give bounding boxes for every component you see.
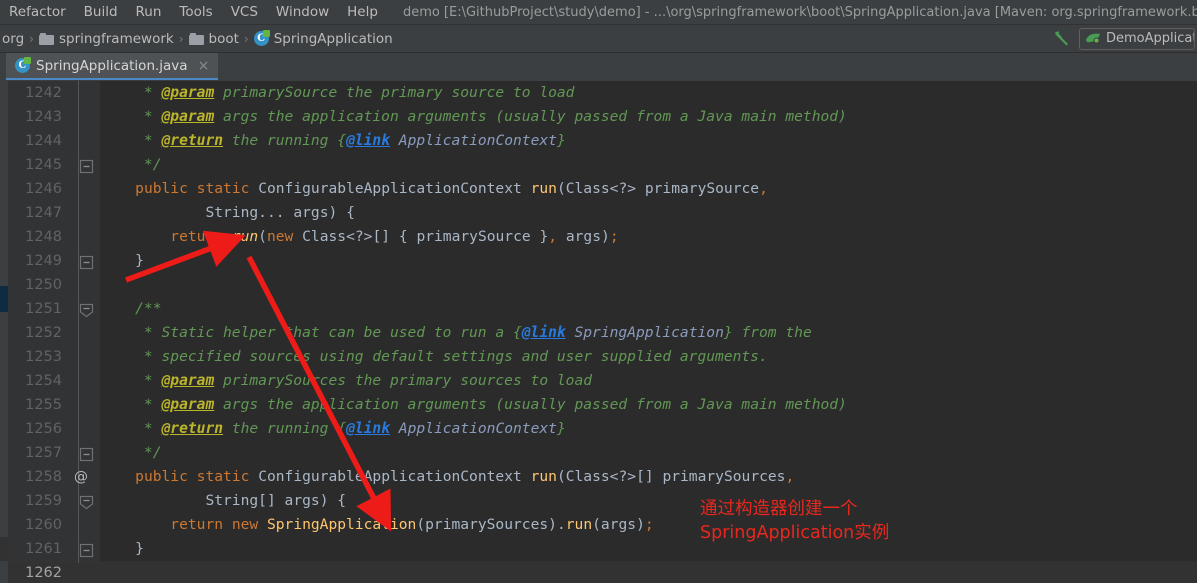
code-line-1259[interactable]: String[] args) { <box>100 489 1197 513</box>
fold-end-icon[interactable] <box>79 543 94 558</box>
menu-window-label: Window <box>275 3 330 20</box>
java-class-icon: C <box>15 57 31 73</box>
code-line-1258[interactable]: public static ConfigurableApplicationCon… <box>100 465 1197 489</box>
code-line-1256[interactable]: * @return the running {@link Application… <box>100 417 1197 441</box>
fold-end-icon[interactable] <box>79 447 94 462</box>
navbar-right-group: DemoApplication <box>1051 27 1197 50</box>
code-line-1250[interactable] <box>100 273 1197 297</box>
fold-start-icon[interactable] <box>79 495 94 510</box>
code-line-1242[interactable]: * @param primarySource the primary sourc… <box>100 81 1197 105</box>
breadcrumb-springframework[interactable]: springframework <box>36 31 177 47</box>
code-line-1245[interactable]: */ <box>100 153 1197 177</box>
breadcrumb-org[interactable]: org <box>0 31 27 47</box>
breadcrumb-separator: › <box>243 31 249 46</box>
fold-marker-container <box>8 81 100 583</box>
breadcrumb-boot[interactable]: boot <box>186 31 242 47</box>
fold-start-icon[interactable] <box>79 303 94 318</box>
run-configuration-label: DemoApplication <box>1106 31 1194 46</box>
folder-icon <box>38 32 54 45</box>
code-editor[interactable]: 1242 1243 1244 1245 1246 1247 1248 1249 1250 1251… <box>0 81 1197 583</box>
menu-build-label: Build <box>83 3 118 20</box>
tab-springapplication-java[interactable]: C SpringApplication.java × <box>6 53 219 80</box>
breadcrumb-springapplication[interactable]: C SpringApplication <box>251 30 396 47</box>
code-line-1262[interactable] <box>100 561 1197 583</box>
code-line-1246[interactable]: public static ConfigurableApplicationCon… <box>100 177 1197 201</box>
annotation-note: 通过构造器创建一个 SpringApplication实例 <box>700 497 889 545</box>
menu-help-label: Help <box>347 3 378 20</box>
annotation-note-line1: 通过构造器创建一个 <box>700 499 858 519</box>
code-line-1252[interactable]: * Static helper that can be used to run … <box>100 321 1197 345</box>
intellij-idea-window: Refactor Build Run Tools VCS Window Help… <box>0 0 1197 583</box>
fold-end-icon[interactable] <box>79 159 94 174</box>
spring-boot-icon <box>1085 32 1101 46</box>
menu-vcs-label: VCS <box>230 3 258 20</box>
vcs-change-strip <box>0 81 8 583</box>
navigation-bar: org › springframework › boot › C SpringA… <box>0 25 1197 53</box>
code-line-1248[interactable]: return run(new Class<?>[] { primarySourc… <box>100 225 1197 249</box>
breadcrumb-separator: › <box>178 31 184 46</box>
menu-tools-label: Tools <box>179 3 213 20</box>
menu-build[interactable]: Build <box>75 1 127 24</box>
run-configuration-selector[interactable]: DemoApplication <box>1079 27 1195 50</box>
code-line-1253[interactable]: * specified sources using default settin… <box>100 345 1197 369</box>
code-line-1251[interactable]: /** <box>100 297 1197 321</box>
code-line-1247[interactable]: String... args) { <box>100 201 1197 225</box>
breadcrumb-boot-label: boot <box>208 30 239 47</box>
java-class-icon: C <box>253 30 270 46</box>
menu-refactor[interactable]: Refactor <box>0 1 75 24</box>
code-line-1244[interactable]: * @return the running {@link Application… <box>100 129 1197 153</box>
code-line-1261[interactable]: } <box>100 537 1197 561</box>
breadcrumb-org-label: org <box>2 30 25 47</box>
menu-run[interactable]: Run <box>127 1 171 24</box>
menu-bar: Refactor Build Run Tools VCS Window Help… <box>0 0 1197 25</box>
menu-tools[interactable]: Tools <box>170 1 221 24</box>
code-line-1243[interactable]: * @param args the application arguments … <box>100 105 1197 129</box>
menu-vcs[interactable]: VCS <box>222 1 267 24</box>
hammer-icon[interactable] <box>1051 28 1073 50</box>
breadcrumb-separator: › <box>29 31 34 46</box>
code-line-1255[interactable]: * @param args the application arguments … <box>100 393 1197 417</box>
menu-help[interactable]: Help <box>338 1 387 24</box>
menu-run-label: Run <box>135 3 162 20</box>
close-icon[interactable]: × <box>198 58 210 74</box>
annotation-note-line2: SpringApplication实例 <box>700 523 890 543</box>
code-line-1260[interactable]: return new SpringApplication(primarySour… <box>100 513 1197 537</box>
code-text-area[interactable]: * @param primarySource the primary sourc… <box>100 81 1197 583</box>
code-line-1254[interactable]: * @param primarySources the primary sour… <box>100 369 1197 393</box>
editor-tab-strip: C SpringApplication.java × <box>0 53 1197 81</box>
vcs-change-marker[interactable] <box>0 286 8 312</box>
breadcrumb-springframework-label: springframework <box>58 30 174 47</box>
tab-label: SpringApplication.java <box>36 57 188 74</box>
code-line-1249[interactable]: } <box>100 249 1197 273</box>
window-title: demo [E:\GithubProject\study\demo] - ...… <box>402 4 1197 20</box>
menu-refactor-label: Refactor <box>9 3 66 20</box>
fold-end-icon[interactable] <box>79 255 94 270</box>
code-line-1257[interactable]: */ <box>100 441 1197 465</box>
folder-icon <box>188 32 204 45</box>
breadcrumb-springapplication-label: SpringApplication <box>273 30 393 47</box>
menu-window[interactable]: Window <box>267 1 338 24</box>
